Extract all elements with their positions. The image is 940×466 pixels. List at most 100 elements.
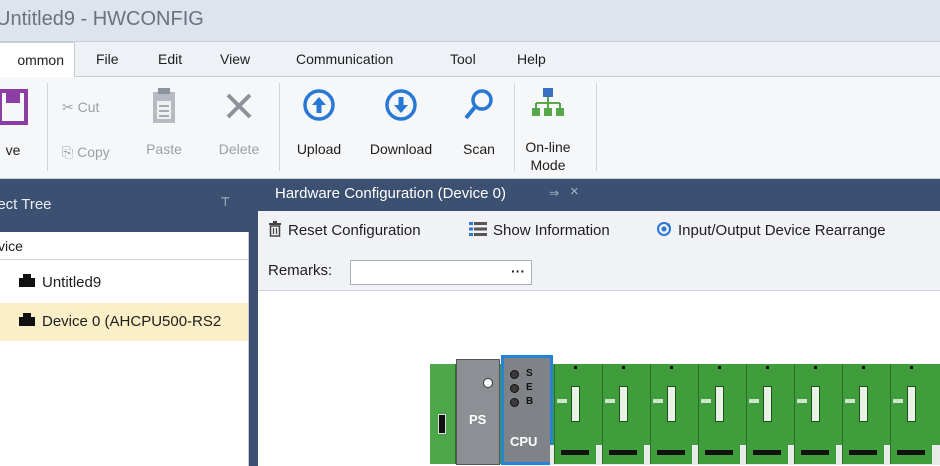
reset-configuration-button[interactable]: Reset Configuration — [268, 221, 421, 239]
cpu-led-label: E — [526, 382, 533, 393]
menu-file[interactable]: File — [96, 51, 119, 67]
io-slot-window — [811, 386, 820, 422]
menu-view[interactable]: View — [220, 51, 250, 67]
io-slot-tag — [605, 399, 615, 403]
show-information-button[interactable]: Show Information — [469, 221, 610, 239]
trash-icon — [268, 221, 282, 239]
io-slot-connector — [753, 450, 781, 455]
delete-label: Delete — [218, 141, 260, 157]
download-arrow-icon — [385, 89, 417, 121]
scan-button[interactable]: Scan — [452, 83, 506, 173]
delete-button[interactable]: Delete — [212, 83, 266, 173]
reset-configuration-label: Reset Configuration — [288, 222, 421, 239]
io-slot-connector — [657, 450, 685, 455]
magnifier-icon — [464, 89, 493, 120]
plc-rack: PS S E B CPU — [430, 355, 940, 466]
network-tree-icon — [532, 88, 564, 116]
upload-label: Upload — [296, 141, 342, 157]
io-slot-screw — [910, 366, 913, 369]
save-button[interactable]: ve — [0, 83, 38, 173]
power-supply-module[interactable]: PS — [456, 359, 500, 465]
download-label: Download — [369, 141, 433, 157]
io-slot-screw — [718, 366, 721, 369]
remarks-label: Remarks: — [268, 262, 333, 279]
io-slot-connector — [897, 450, 925, 455]
io-slot[interactable] — [650, 364, 692, 464]
tab-hardware-configuration[interactable]: Hardware Configuration (Device 0) ⇒ × — [264, 179, 609, 211]
io-slot-window — [571, 386, 580, 422]
list-icon — [469, 221, 487, 239]
cpu-label: CPU — [510, 434, 538, 449]
tree-item-label: Device 0 (AHCPU500-RS2 — [42, 313, 222, 330]
io-slot-window — [619, 386, 628, 422]
cpu-led-s — [510, 370, 519, 379]
document-toolbar: Reset Configuration Show Information Inp… — [258, 211, 940, 291]
paste-button[interactable]: Paste — [140, 83, 188, 173]
io-slot-connector — [801, 450, 829, 455]
io-slot-connector — [849, 450, 877, 455]
io-slot-tag — [797, 399, 807, 403]
copy-label: Copy — [77, 144, 110, 160]
project-tree-header: ject Tree ⊤ — [0, 179, 258, 232]
io-slot-window — [859, 386, 868, 422]
project-tree-title: ject Tree — [0, 196, 52, 213]
tree-item-device-0[interactable]: Device 0 (AHCPU500-RS2 — [0, 303, 248, 341]
io-slot[interactable] — [602, 364, 644, 464]
show-information-label: Show Information — [493, 222, 610, 239]
menu-tool[interactable]: Tool — [450, 51, 476, 67]
window-title: Untitled9 - HWCONFIG — [0, 8, 204, 30]
menu-common[interactable]: ommon — [0, 42, 75, 78]
scissors-icon: ✂ — [62, 99, 74, 115]
cpu-led-label: B — [526, 396, 534, 407]
io-slot-screw — [622, 366, 625, 369]
scan-label: Scan — [463, 141, 495, 157]
download-button[interactable]: Download — [358, 83, 444, 173]
tree-column-header[interactable]: vice — [0, 232, 248, 260]
copy-icon: ⎘ — [62, 144, 74, 160]
io-device-rearrange-button[interactable]: Input/Output Device Rearrange — [656, 221, 886, 239]
title-bar: Untitled9 - HWCONFIG — [0, 0, 940, 42]
io-slot[interactable] — [890, 364, 932, 464]
menu-edit[interactable]: Edit — [158, 51, 182, 67]
cpu-led-e — [510, 384, 519, 393]
io-slot-screw — [574, 366, 577, 369]
cpu-module[interactable]: S E B CPU — [501, 355, 553, 465]
cut-button[interactable]: ✂ Cut — [62, 99, 99, 116]
io-slot-connector — [561, 450, 589, 455]
io-slot-window — [763, 386, 772, 422]
io-slot-screw — [814, 366, 817, 369]
io-slot[interactable] — [746, 364, 788, 464]
io-slot[interactable] — [794, 364, 836, 464]
save-icon — [0, 89, 28, 125]
remarks-field[interactable]: ··· — [350, 260, 532, 285]
folder-icon — [19, 274, 35, 287]
io-slot-screw — [766, 366, 769, 369]
io-slot-window — [715, 386, 724, 422]
cpu-led-b — [510, 398, 519, 407]
ps-led — [483, 378, 493, 388]
ribbon: ve ✂ Cut ⎘ Copy Paste Delete Upload Down… — [0, 77, 940, 179]
tree-column-header-label: vice — [0, 238, 23, 254]
remarks-browse-button[interactable]: ··· — [511, 263, 525, 279]
tab-close-icon[interactable]: × — [570, 183, 579, 200]
tab-pin-icon[interactable]: ⇒ — [549, 186, 559, 200]
copy-button[interactable]: ⎘ Copy — [62, 144, 110, 161]
pin-icon[interactable]: ⊤ — [220, 195, 230, 209]
ribbon-separator — [47, 83, 48, 171]
io-slot[interactable] — [554, 364, 596, 464]
refresh-gear-icon — [656, 221, 672, 239]
tree-item-untitled9[interactable]: Untitled9 — [0, 264, 248, 302]
rack-end-cap — [430, 364, 456, 464]
menu-help[interactable]: Help — [517, 51, 546, 67]
ribbon-separator — [514, 83, 515, 171]
menu-communication[interactable]: Communication — [296, 51, 393, 67]
online-label-line2: Mode — [530, 157, 566, 173]
io-slot[interactable] — [842, 364, 884, 464]
io-slot-tag — [893, 399, 903, 403]
upload-button[interactable]: Upload — [288, 83, 350, 173]
online-mode-button[interactable]: On-line Mode — [518, 83, 578, 179]
io-device-rearrange-label: Input/Output Device Rearrange — [678, 222, 886, 239]
io-slot[interactable] — [698, 364, 740, 464]
paste-label: Paste — [146, 141, 182, 157]
panel-splitter[interactable] — [249, 179, 258, 466]
